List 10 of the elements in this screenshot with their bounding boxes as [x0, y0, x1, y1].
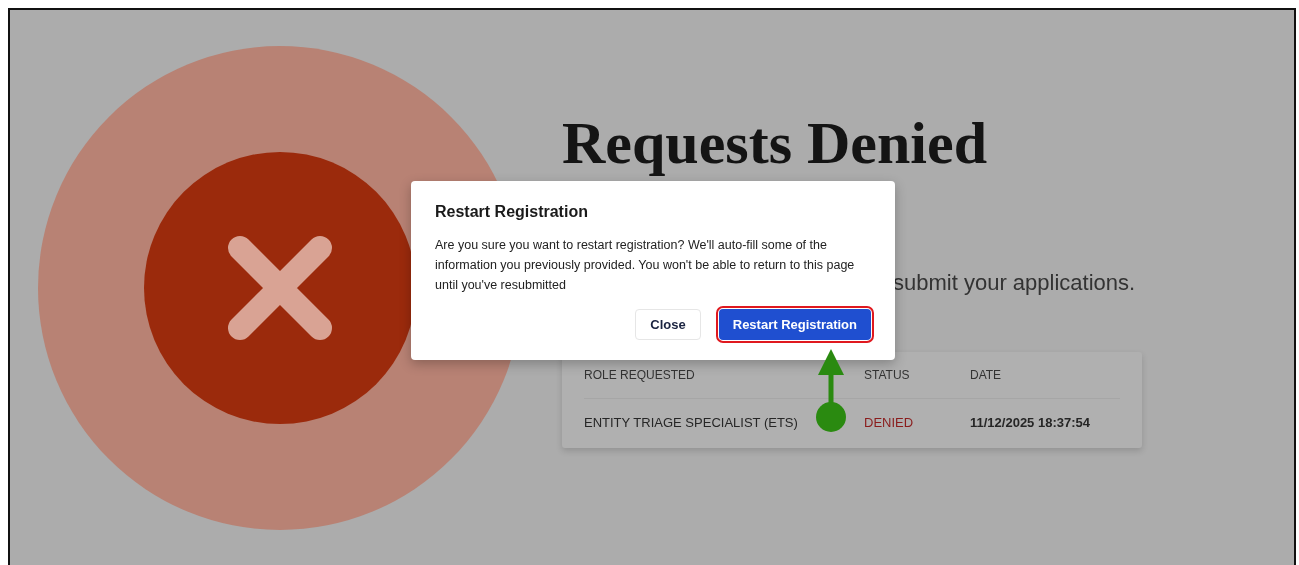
table-cell-text: ENTITY TRIAGE SPECIALIST (ETS): [584, 414, 798, 432]
column-header: DATE: [970, 352, 1120, 399]
page-subtitle: submit your applications.: [893, 270, 1137, 296]
table-cell-text: 11/12/2025 18:37:54: [970, 414, 1090, 432]
table-cell-text: DENIED: [864, 414, 914, 432]
dialog-title: Restart Registration: [435, 203, 589, 221]
close-button[interactable]: Close: [635, 309, 701, 340]
dialog-message: Are you sure you want to restart registration? We'll auto-fill some of the information you previously provided. You won't be able to return to this page until you've resubmitted: [435, 237, 856, 294]
page-title: Requests Denied: [562, 110, 988, 176]
restart-button[interactable]: Restart Registration: [718, 309, 871, 340]
